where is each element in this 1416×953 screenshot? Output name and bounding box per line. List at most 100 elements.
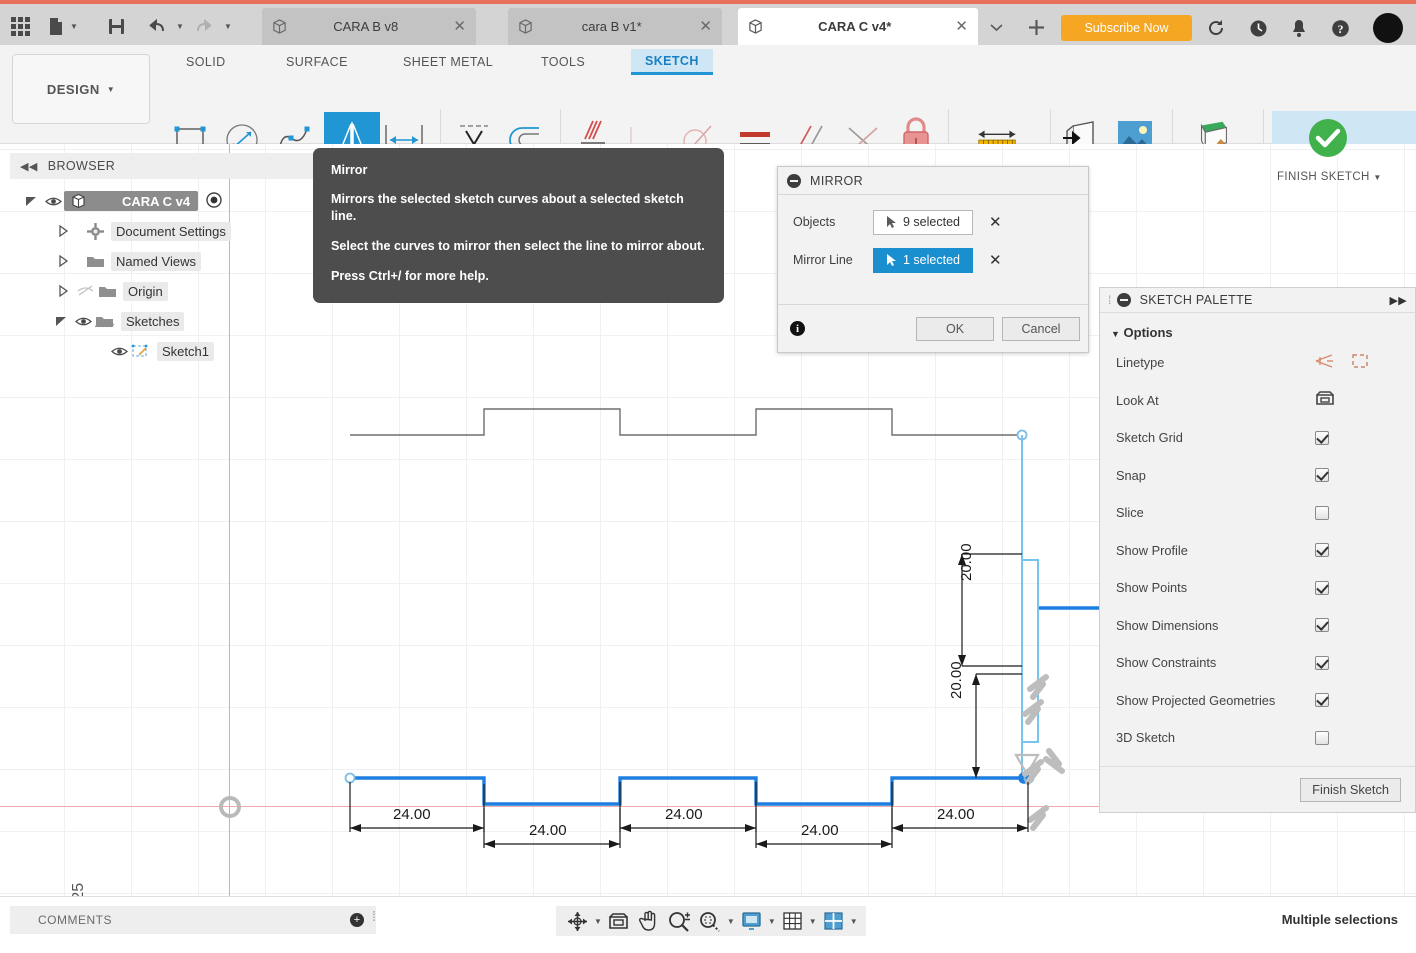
- cancel-button[interactable]: Cancel: [1002, 316, 1080, 341]
- activate-component-radio[interactable]: [206, 191, 222, 211]
- dimension-label[interactable]: 24.00: [665, 806, 703, 823]
- notifications-bell-icon[interactable]: [1286, 15, 1312, 41]
- workspace-selector[interactable]: DESIGN ▼: [12, 54, 150, 124]
- save-icon[interactable]: [104, 14, 128, 38]
- visibility-eye-icon[interactable]: [72, 316, 94, 327]
- account-avatar[interactable]: [1373, 13, 1403, 43]
- close-icon[interactable]: ✕: [453, 19, 466, 34]
- collapsed-triangle-icon[interactable]: [56, 284, 70, 298]
- snap-checkbox[interactable]: [1315, 468, 1329, 483]
- dimension-label[interactable]: 24.00: [529, 822, 567, 839]
- drag-grip-icon[interactable]: ⁞: [1108, 293, 1112, 307]
- plus-circle-icon[interactable]: +: [350, 913, 364, 927]
- close-icon[interactable]: ✕: [955, 19, 968, 34]
- recent-icon[interactable]: [1245, 15, 1271, 41]
- zoom-icon[interactable]: [665, 908, 693, 934]
- undo-icon[interactable]: [144, 14, 168, 38]
- grid-snap-icon[interactable]: [779, 908, 806, 934]
- document-tab-2[interactable]: CARA C v4* ✕: [738, 8, 978, 45]
- clear-mirror-line-icon[interactable]: ✕: [989, 251, 1002, 269]
- clear-objects-icon[interactable]: ✕: [989, 213, 1002, 231]
- viewports-icon[interactable]: [820, 908, 847, 934]
- slice-checkbox[interactable]: [1315, 505, 1329, 520]
- dimension-label[interactable]: 20.00: [958, 543, 975, 581]
- orbit-dropdown-icon[interactable]: ▼: [594, 908, 602, 934]
- expand-triangle-icon[interactable]: [24, 194, 38, 208]
- show-constraints-checkbox[interactable]: [1315, 655, 1329, 670]
- mirror-line-selection-field[interactable]: 1 selected: [873, 247, 973, 273]
- objects-selection-value: 9 selected: [903, 215, 960, 229]
- tab-sheet-metal[interactable]: SHEET METAL: [389, 49, 507, 75]
- linetype-label: Linetype: [1116, 355, 1165, 371]
- new-file-dropdown-icon[interactable]: ▼: [62, 14, 86, 38]
- comments-panel[interactable]: COMMENTS: [10, 906, 376, 934]
- select-cursor-icon: [887, 216, 896, 228]
- comments-resize-grip[interactable]: ⁞: [372, 908, 376, 924]
- show-dimensions-checkbox[interactable]: [1315, 618, 1329, 633]
- dimension-label[interactable]: 24.00: [393, 806, 431, 823]
- minus-circle-icon[interactable]: [787, 173, 801, 188]
- grid-snap-dropdown-icon[interactable]: ▼: [809, 908, 817, 934]
- tab-solid[interactable]: SOLID: [172, 49, 240, 75]
- redo-icon[interactable]: [192, 14, 216, 38]
- objects-selection-field[interactable]: 9 selected: [873, 209, 973, 235]
- zoom-window-icon[interactable]: [696, 908, 724, 934]
- options-section-header[interactable]: ▼ Options: [1100, 313, 1415, 344]
- gear-icon: [84, 222, 106, 240]
- zoom-window-dropdown-icon[interactable]: ▼: [727, 908, 735, 934]
- sketch-grid-checkbox[interactable]: [1315, 430, 1329, 445]
- finish-sketch-icon[interactable]: [1305, 115, 1351, 161]
- tab-tools[interactable]: TOOLS: [527, 49, 599, 75]
- viewports-dropdown-icon[interactable]: ▼: [850, 908, 858, 934]
- chevron-down-icon: ▼: [1111, 329, 1120, 339]
- centerline-icon[interactable]: [1351, 353, 1369, 372]
- ok-button[interactable]: OK: [916, 316, 994, 341]
- show-profile-checkbox[interactable]: [1315, 543, 1329, 558]
- dimension-label[interactable]: 24.00: [937, 806, 975, 823]
- pan-icon[interactable]: [635, 908, 662, 934]
- visibility-hidden-icon[interactable]: [74, 285, 96, 297]
- mirror-dialog[interactable]: MIRROR Objects 9 selected ✕ Mirror Line …: [777, 166, 1089, 353]
- subscribe-button[interactable]: Subscribe Now: [1061, 15, 1192, 41]
- 3d-sketch-checkbox[interactable]: [1315, 730, 1329, 745]
- apps-grid-icon[interactable]: [8, 14, 32, 38]
- double-chevron-right-icon[interactable]: ▶▶: [1389, 294, 1407, 307]
- sketch-palette-header[interactable]: ⁞ SKETCH PALETTE ▶▶: [1100, 288, 1415, 313]
- show-points-checkbox[interactable]: [1315, 580, 1329, 595]
- help-icon[interactable]: ?: [1327, 15, 1353, 41]
- double-chevron-left-icon[interactable]: ◀◀: [20, 160, 38, 173]
- minus-circle-icon[interactable]: [1116, 293, 1131, 307]
- tree-item-sketch1[interactable]: Sketch1: [10, 336, 372, 366]
- tab-sketch[interactable]: SKETCH: [631, 49, 713, 75]
- chevron-down-icon[interactable]: [984, 15, 1008, 39]
- collapsed-triangle-icon[interactable]: [56, 224, 70, 238]
- plus-icon[interactable]: [1024, 15, 1048, 39]
- display-settings-icon[interactable]: [738, 908, 765, 934]
- look-at-icon[interactable]: [605, 908, 632, 934]
- collapsed-triangle-icon[interactable]: [56, 254, 70, 268]
- visibility-eye-icon[interactable]: [108, 346, 130, 357]
- tree-item-sketches[interactable]: Sketches: [10, 306, 372, 336]
- finish-sketch-button[interactable]: Finish Sketch: [1300, 777, 1401, 802]
- sketch-palette[interactable]: ⁞ SKETCH PALETTE ▶▶ ▼ Options Linetype L…: [1099, 287, 1416, 813]
- document-tab-1[interactable]: cara B v1* ✕: [508, 8, 722, 45]
- redo-dropdown-icon[interactable]: ▼: [216, 14, 240, 38]
- construction-line-icon[interactable]: [1315, 353, 1334, 372]
- tab-surface[interactable]: SURFACE: [272, 49, 362, 75]
- refresh-icon[interactable]: [1203, 15, 1229, 41]
- expand-triangle-icon[interactable]: [54, 314, 68, 328]
- dimension-label[interactable]: 20.00: [948, 661, 965, 699]
- close-icon[interactable]: ✕: [699, 19, 712, 34]
- mirror-dialog-header[interactable]: MIRROR: [778, 167, 1088, 195]
- visibility-eye-icon[interactable]: [42, 196, 64, 207]
- look-at-icon[interactable]: [1315, 390, 1335, 410]
- show-projected-geometries-checkbox[interactable]: [1315, 693, 1329, 708]
- orbit-icon[interactable]: [564, 908, 591, 934]
- document-tab-0[interactable]: CARA B v8 ✕: [262, 8, 476, 45]
- undo-dropdown-icon[interactable]: ▼: [168, 14, 192, 38]
- tooltip-title: Mirror: [331, 163, 368, 177]
- 3d-sketch-label: 3D Sketch: [1116, 730, 1176, 746]
- dimension-label[interactable]: 24.00: [801, 822, 839, 839]
- display-settings-dropdown-icon[interactable]: ▼: [768, 908, 776, 934]
- info-icon[interactable]: i: [790, 321, 805, 336]
